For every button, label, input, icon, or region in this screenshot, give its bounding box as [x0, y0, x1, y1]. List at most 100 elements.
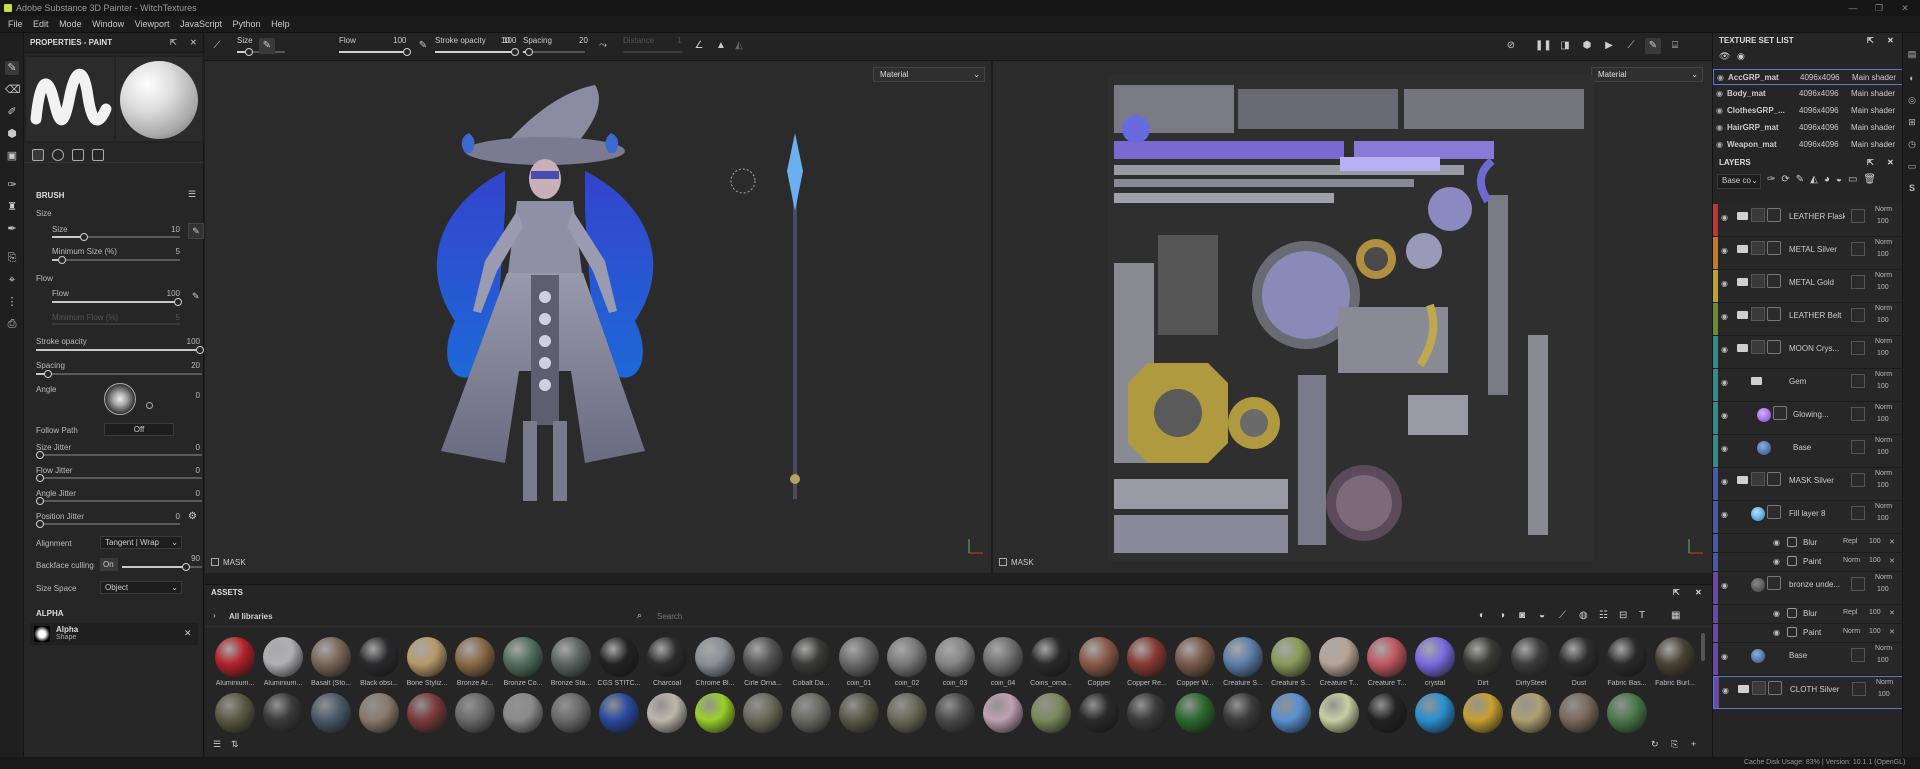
assets-search-input[interactable]: Search [657, 612, 682, 621]
asset-thumbnail[interactable] [1655, 637, 1695, 677]
tb-stroke-opacity-value[interactable]: 100 [503, 36, 516, 45]
layer-blend-mode[interactable]: Norm [1875, 338, 1892, 345]
effect-mode[interactable]: Norm [1843, 557, 1860, 564]
add-smart-material-icon[interactable]: ◒ [1836, 174, 1848, 185]
effect-close-icon[interactable]: ✕ [1889, 628, 1895, 636]
flow-slider[interactable] [52, 298, 182, 306]
mask-checkbox-icon[interactable] [211, 558, 219, 566]
spacing-value[interactable]: 20 [180, 361, 200, 370]
asset-thumbnail[interactable] [935, 637, 975, 677]
layer-channel-thumbnail[interactable] [1851, 407, 1865, 421]
remove-alpha-icon[interactable]: ✕ [184, 628, 192, 639]
layer-opacity[interactable]: 100 [1877, 482, 1889, 489]
paint-mode-icon[interactable]: ✎ [1645, 38, 1661, 54]
layer-opacity[interactable]: 100 [1877, 383, 1889, 390]
jitter-settings-icon[interactable]: ⚙ [188, 511, 197, 522]
layer-opacity[interactable]: 100 [1877, 284, 1889, 291]
layer-channel-thumbnail[interactable] [1851, 374, 1865, 388]
eye-icon[interactable]: ◉ [1721, 411, 1728, 420]
layer-opacity[interactable]: 100 [1877, 251, 1889, 258]
texture-set-undock-icon[interactable]: ⇱ [1867, 33, 1874, 49]
asset-thumbnail[interactable] [647, 693, 687, 733]
layer-opacity[interactable]: 100 [1877, 657, 1889, 664]
asset-thumbnail[interactable] [551, 637, 591, 677]
asset-thumbnail[interactable] [407, 693, 447, 733]
tb-pressure-flow-icon[interactable]: ✎ [415, 38, 431, 54]
layer-channel-thumbnail[interactable] [1851, 648, 1865, 662]
asset-thumbnail[interactable] [1511, 637, 1551, 677]
texture-set-close-icon[interactable]: ✕ [1887, 33, 1894, 49]
add-fill-layer-icon[interactable]: ◭ [1810, 174, 1824, 185]
asset-thumbnail[interactable] [263, 693, 303, 733]
paint-brush-icon[interactable]: ✎ [5, 61, 19, 75]
layer-blend-mode[interactable]: Norm [1875, 305, 1892, 312]
add-effect-icon[interactable]: ✑ [1767, 174, 1781, 185]
tb-stroke-opacity-slider[interactable] [435, 48, 519, 56]
layer-channel-thumbnail[interactable] [1851, 242, 1865, 256]
layer-effect-row[interactable]: ◉ Paint Norm 100 ✕ [1713, 553, 1903, 572]
layer-row[interactable]: ◉ Base Norm 100 [1713, 435, 1903, 468]
assets-undock-icon[interactable]: ⇱ [1673, 585, 1680, 601]
layer-channel-thumbnail[interactable] [1852, 682, 1866, 696]
layer-row[interactable]: ◉ LEATHER Flask Norm 100 [1713, 204, 1903, 237]
asset-thumbnail[interactable] [1367, 637, 1407, 677]
dock-log-icon[interactable]: ▭ [1906, 161, 1918, 173]
minimize-button[interactable]: — [1840, 0, 1866, 16]
asset-thumbnail[interactable] [1511, 693, 1551, 733]
asset-thumbnail[interactable] [839, 693, 879, 733]
add-paint-layer-icon[interactable]: ✎ [1796, 174, 1810, 185]
flow-jitter-value[interactable]: 0 [180, 466, 200, 475]
asset-thumbnail[interactable] [1271, 637, 1311, 677]
asset-thumbnail[interactable] [215, 637, 255, 677]
color-picker-icon[interactable]: ✒ [5, 222, 19, 236]
spacing-knob[interactable] [44, 370, 52, 378]
layer-row[interactable]: ◉ Glowing... Norm 100 [1713, 402, 1903, 435]
add-mask-icon[interactable]: ⟳ [1781, 174, 1795, 185]
tb-spacing-value[interactable]: 20 [579, 36, 588, 45]
layer-row[interactable]: ◉ MOON Crys... Norm 100 [1713, 336, 1903, 369]
tab-alpha[interactable] [92, 149, 104, 161]
asset-thumbnail[interactable] [1031, 637, 1071, 677]
layer-blend-mode[interactable]: Norm [1875, 574, 1892, 581]
tab-brush[interactable] [32, 149, 44, 161]
layer-opacity[interactable]: 100 [1877, 449, 1889, 456]
assets-close-icon[interactable]: ✕ [1695, 585, 1702, 601]
polygon-fill-icon[interactable]: ▣ [5, 149, 19, 163]
asset-thumbnail[interactable] [743, 693, 783, 733]
viewport-3d[interactable]: Material ⌄ MASK [205, 61, 991, 573]
mask-icon[interactable] [1768, 681, 1782, 695]
screenshot-icon[interactable]: ⌸ [1667, 38, 1683, 54]
layer-channel-thumbnail[interactable] [1851, 341, 1865, 355]
mask-icon[interactable] [1767, 307, 1781, 321]
layer-channel-thumbnail[interactable] [1851, 308, 1865, 322]
tb-pressure-size-icon[interactable]: ✎ [259, 38, 275, 54]
close-window-button[interactable]: ✕ [1892, 0, 1918, 16]
eye-icon[interactable]: ◉ [1721, 312, 1728, 321]
environment-icon[interactable]: ⟋ [1623, 38, 1639, 54]
asset-thumbnail[interactable] [647, 637, 687, 677]
angle-jitter-knob[interactable] [36, 497, 44, 505]
layer-channel-thumbnail[interactable] [1851, 577, 1865, 591]
assets-add-icon[interactable]: + [1691, 739, 1696, 749]
mask-icon[interactable] [1767, 340, 1781, 354]
asset-thumbnail[interactable] [695, 637, 735, 677]
asset-thumbnail[interactable] [839, 637, 879, 677]
asset-thumbnail[interactable] [1415, 637, 1455, 677]
asset-thumbnail[interactable] [359, 693, 399, 733]
mask-icon[interactable] [1767, 505, 1781, 519]
asset-thumbnail[interactable] [1607, 693, 1647, 733]
layer-row[interactable]: ◉ CLOTH Silver Norm 100 [1713, 676, 1903, 709]
asset-thumbnail[interactable] [1079, 693, 1119, 733]
eye-icon[interactable]: ◉ [1716, 86, 1723, 102]
effect-mode[interactable]: Norm [1843, 628, 1860, 635]
layer-opacity[interactable]: 100 [1877, 416, 1889, 423]
menu-javascript[interactable]: JavaScript [180, 16, 222, 33]
layer-row[interactable]: ◉ Gem Norm 100 [1713, 369, 1903, 402]
size-value[interactable]: 10 [160, 225, 180, 234]
assets-import-icon[interactable]: ⎘ [1671, 739, 1678, 750]
texture-set-visibility-icon[interactable]: ◉ [1737, 51, 1745, 62]
assets-filter-icon[interactable]: ☰ [213, 739, 221, 750]
layer-blend-mode[interactable]: Norm [1875, 503, 1892, 510]
layers-close-icon[interactable]: ✕ [1887, 155, 1894, 171]
asset-thumbnail[interactable] [455, 637, 495, 677]
